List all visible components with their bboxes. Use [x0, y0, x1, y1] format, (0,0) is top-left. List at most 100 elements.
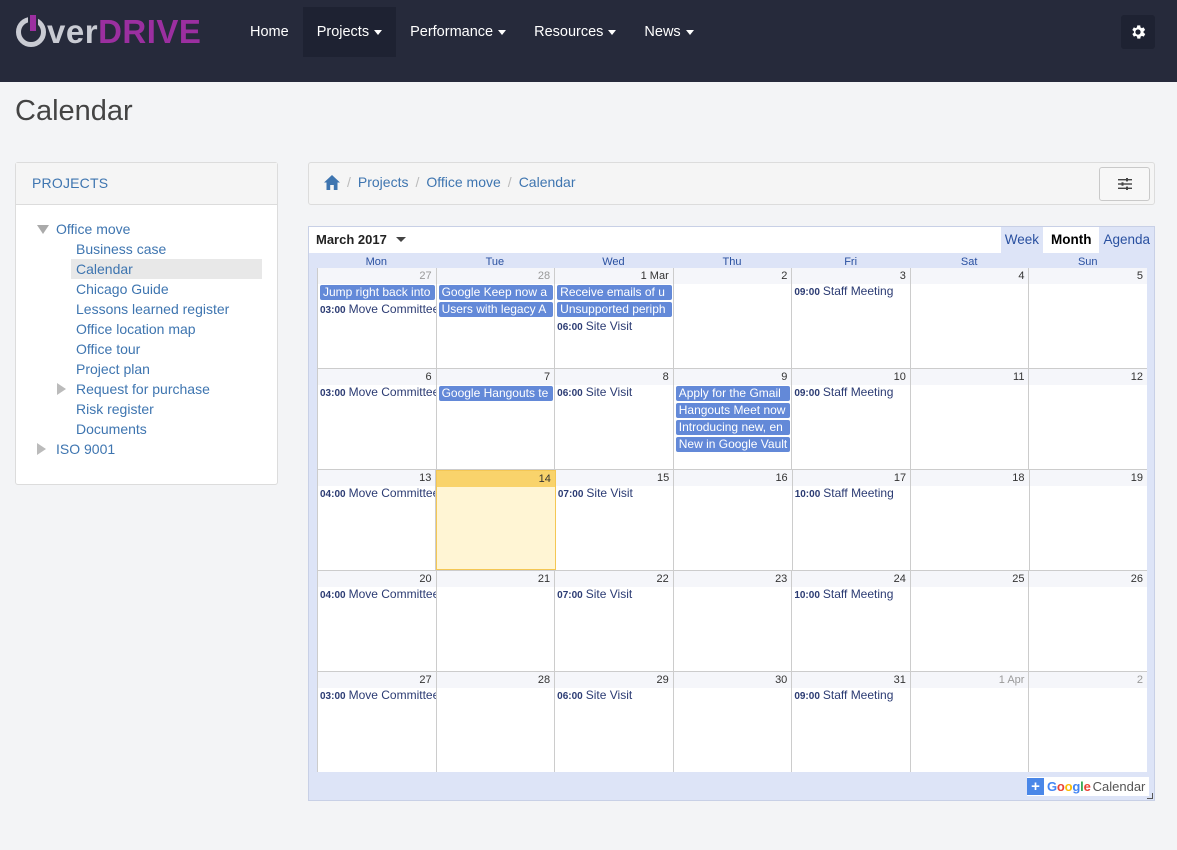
day-number[interactable]: 30 — [673, 672, 792, 688]
day-number[interactable]: 24 — [792, 571, 910, 587]
tree-item-risk-register[interactable]: Risk register — [16, 399, 277, 419]
day-number[interactable]: 2 — [673, 268, 792, 284]
timed-event[interactable]: 07:00 Site Visit — [555, 587, 673, 602]
timed-event[interactable]: 03:00 Move Committee — [318, 385, 436, 400]
all-day-event[interactable]: Hangouts Meet now — [675, 403, 791, 418]
day-number[interactable]: 28 — [436, 268, 555, 284]
day-number[interactable]: 8 — [555, 369, 673, 385]
timed-event[interactable]: 04:00 Move Committee — [318, 587, 436, 602]
day-number[interactable]: 27 — [318, 268, 436, 284]
nav-resources[interactable]: Resources — [520, 7, 630, 57]
nav-news[interactable]: News — [630, 7, 707, 57]
day-cell[interactable]: 27 Jump right back into 03:00 Move Committe… — [318, 268, 437, 368]
expand-right-icon[interactable] — [37, 443, 46, 455]
day-number[interactable]: 6 — [318, 369, 436, 385]
all-day-event[interactable]: Jump right back into — [320, 285, 435, 300]
day-cell[interactable]: 26 — [1029, 571, 1148, 671]
home-icon[interactable] — [324, 174, 340, 190]
tree-item-office-tour[interactable]: Office tour — [16, 339, 277, 359]
timed-event[interactable]: 10:00 Staff Meeting — [793, 486, 910, 501]
day-cell[interactable]: 2 — [673, 268, 793, 368]
tree-item-office-location-map[interactable]: Office location map — [16, 319, 277, 339]
day-cell[interactable]: 6 03:00 Move Committee — [318, 369, 437, 469]
google-calendar-badge[interactable]: + Google Calendar — [1027, 777, 1150, 796]
day-cell[interactable]: 16 — [674, 470, 793, 570]
day-cell[interactable]: 30 — [673, 672, 793, 772]
day-number[interactable]: 27 — [318, 672, 436, 688]
all-day-event[interactable]: New in Google Vault — [675, 437, 791, 452]
timed-event[interactable]: 06:00 Site Visit — [555, 688, 673, 703]
tree-item-business-case[interactable]: Business case — [16, 239, 277, 259]
timed-event[interactable]: 09:00 Staff Meeting — [792, 688, 910, 703]
all-day-event[interactable]: Google Hangouts te — [438, 386, 554, 401]
day-cell[interactable]: 22 07:00 Site Visit — [555, 571, 674, 671]
day-number[interactable]: 4 — [910, 268, 1029, 284]
breadcrumb-calendar[interactable]: Calendar — [519, 174, 576, 190]
day-number[interactable]: 17 — [792, 470, 911, 486]
day-number[interactable]: 29 — [555, 672, 673, 688]
day-number[interactable]: 5 — [1029, 268, 1148, 284]
day-cell[interactable]: 19 — [1029, 470, 1147, 570]
overdrive-logo[interactable]: ver DRIVE — [16, 13, 201, 50]
day-number[interactable]: 26 — [1029, 571, 1148, 587]
tree-item-iso-9001[interactable]: ISO 9001 — [16, 439, 277, 459]
day-cell[interactable]: 13 04:00 Move Committee — [318, 470, 437, 570]
day-number[interactable]: 19 — [1029, 470, 1147, 486]
day-number[interactable]: 31 — [792, 672, 910, 688]
day-cell[interactable]: 17 10:00 Staff Meeting — [792, 470, 912, 570]
day-cell[interactable]: 31 09:00 Staff Meeting — [792, 672, 911, 772]
nav-home[interactable]: Home — [236, 7, 303, 57]
timed-event[interactable]: 09:00 Staff Meeting — [792, 385, 910, 400]
all-day-event[interactable]: Google Keep now a — [438, 285, 554, 300]
day-number[interactable]: 14 — [437, 471, 555, 487]
day-number[interactable]: 2 — [1029, 672, 1148, 688]
day-cell[interactable]: 20 04:00 Move Committee — [318, 571, 437, 671]
day-cell[interactable]: 8 06:00 Site Visit — [555, 369, 674, 469]
day-cell[interactable]: 12 — [1029, 369, 1148, 469]
day-number[interactable]: 23 — [673, 571, 792, 587]
day-cell[interactable]: 29 06:00 Site Visit — [555, 672, 674, 772]
breadcrumb-projects[interactable]: Projects — [358, 174, 409, 190]
tree-item-chicago-guide[interactable]: Chicago Guide — [16, 279, 277, 299]
day-number[interactable]: 10 — [792, 369, 910, 385]
tree-item-project-plan[interactable]: Project plan — [16, 359, 277, 379]
day-number[interactable]: 3 — [792, 268, 910, 284]
all-day-event[interactable]: Introducing new, en — [675, 420, 791, 435]
day-number[interactable]: 11 — [910, 369, 1029, 385]
nav-projects[interactable]: Projects — [302, 7, 397, 57]
day-cell[interactable]: 24 10:00 Staff Meeting — [792, 571, 911, 671]
day-cell[interactable]: 10 09:00 Staff Meeting — [792, 369, 911, 469]
breadcrumb-office-move[interactable]: Office move — [426, 174, 500, 190]
day-number[interactable]: 25 — [910, 571, 1029, 587]
day-cell[interactable]: 18 — [911, 470, 1030, 570]
day-number[interactable]: 21 — [436, 571, 555, 587]
day-cell[interactable]: 23 — [673, 571, 793, 671]
all-day-event[interactable]: Apply for the Gmail — [675, 386, 791, 401]
day-number[interactable]: 1 Apr — [910, 672, 1029, 688]
timed-event[interactable]: 06:00 Site Visit — [555, 319, 673, 334]
day-cell[interactable]: 28 Google Keep now a Users with legacy A — [436, 268, 556, 368]
day-number[interactable]: 22 — [555, 571, 673, 587]
day-cell[interactable]: 9 Apply for the Gmail Hangouts Meet now Int… — [673, 369, 793, 469]
all-day-event[interactable]: Receive emails of u — [557, 285, 672, 300]
tree-item-office-move[interactable]: Office move — [16, 219, 277, 239]
day-cell[interactable]: 2 — [1029, 672, 1148, 772]
nav-performance[interactable]: Performance — [396, 7, 520, 57]
timed-event[interactable]: 07:00 Site Visit — [556, 486, 673, 501]
tree-item-calendar[interactable]: Calendar — [16, 259, 277, 279]
day-cell[interactable]: 5 — [1029, 268, 1148, 368]
tab-month[interactable]: Month — [1045, 227, 1097, 253]
day-cell-today[interactable]: 14 — [436, 470, 556, 570]
day-cell[interactable]: 4 — [910, 268, 1030, 368]
day-number[interactable]: 18 — [911, 470, 1029, 486]
day-number[interactable]: 7 — [436, 369, 555, 385]
all-day-event[interactable]: Users with legacy A — [438, 302, 554, 317]
tree-item-documents[interactable]: Documents — [16, 419, 277, 439]
day-cell[interactable]: 7 Google Hangouts te — [436, 369, 556, 469]
all-day-event[interactable]: Unsupported periph — [557, 302, 672, 317]
timed-event[interactable]: 06:00 Site Visit — [555, 385, 673, 400]
tab-agenda[interactable]: Agenda — [1099, 227, 1154, 253]
timed-event[interactable]: 04:00 Move Committee — [318, 486, 435, 501]
day-cell[interactable]: 28 — [436, 672, 556, 772]
day-number[interactable]: 12 — [1029, 369, 1148, 385]
